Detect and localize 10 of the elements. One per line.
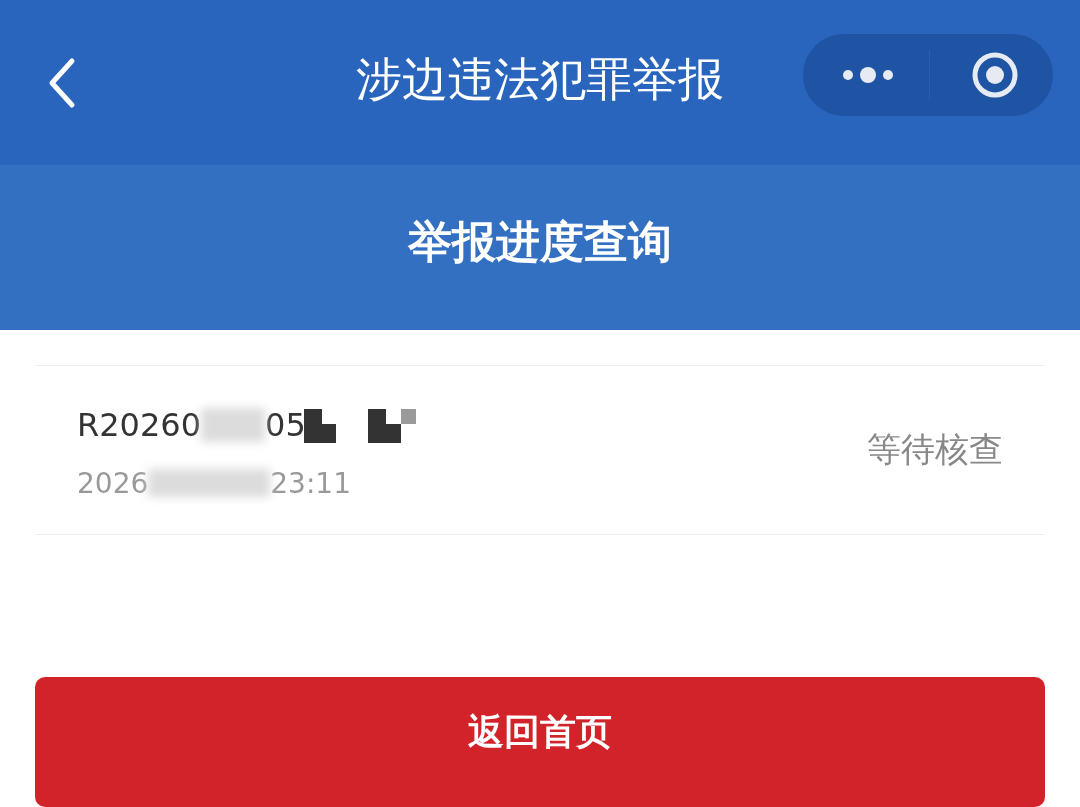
report-time: 2026 [77, 466, 149, 500]
redaction-blur [201, 407, 266, 442]
report-number: R20260 [77, 405, 202, 444]
status-label: 等待核查 [867, 428, 1003, 471]
record-row[interactable]: R20260 05 2026 23:11 等待核查 [35, 366, 1045, 535]
window-title: 涉边违法犯罪举报 [356, 50, 724, 108]
report-time: 23:11 [270, 466, 351, 500]
report-number: 05 [265, 405, 306, 444]
home-button[interactable]: 返回首页 [35, 677, 1045, 807]
page-heading: 举报进度查询 [408, 215, 672, 270]
